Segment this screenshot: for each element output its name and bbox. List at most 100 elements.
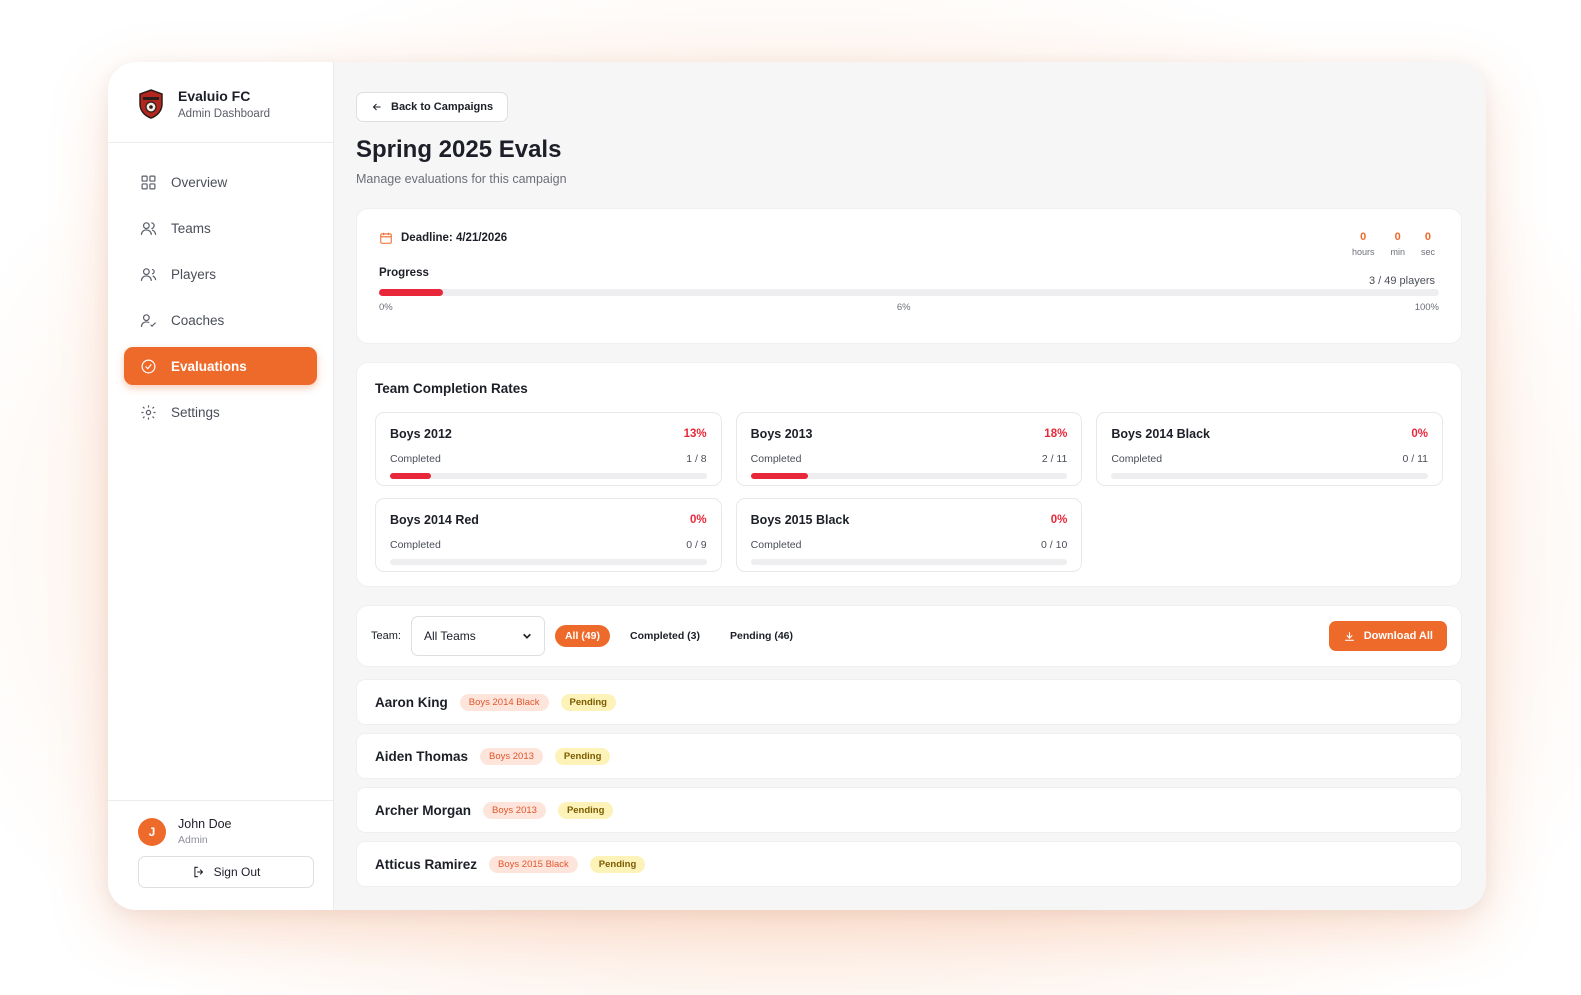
- progress-scale: 0% 6% 100%: [379, 302, 1439, 313]
- progress-label: Progress: [379, 267, 429, 279]
- team-card[interactable]: Boys 2013 18% Completed 2 / 11: [735, 412, 1083, 486]
- deadline: Deadline: 4/21/2026: [379, 231, 1439, 245]
- team-count: 1 / 8: [686, 453, 707, 465]
- team-progress-fill: [390, 473, 432, 479]
- progress-scale-start: 0%: [379, 302, 393, 313]
- countdown-value: 0: [1360, 231, 1367, 243]
- team-completed-label: Completed: [1111, 453, 1163, 465]
- filter-bar: Team: All Teams All (49) Completed (3) P…: [356, 605, 1462, 667]
- team-completed-label: Completed: [390, 453, 441, 465]
- player-name: Atticus Ramirez: [375, 856, 478, 872]
- countdown-minutes: 0 min: [1390, 231, 1405, 257]
- sign-out-icon: [194, 866, 203, 878]
- gear-icon: [141, 404, 156, 420]
- team-card[interactable]: Boys 2014 Red 0% Completed 0 / 9: [375, 498, 722, 572]
- team-badge: Boys 2013: [480, 747, 543, 765]
- list-item[interactable]: Aaron King Boys 2014 Black Pending: [356, 679, 1462, 725]
- filter-pill-pending[interactable]: Pending (46): [720, 625, 803, 647]
- progress-scale-end: 100%: [1414, 302, 1439, 313]
- team-card[interactable]: Boys 2012 13% Completed 1 / 8: [375, 412, 722, 486]
- team-count: 2 / 11: [1041, 453, 1068, 465]
- user-group-icon: [140, 267, 157, 281]
- sidebar: Evaluio FC Admin Dashboard Overview Team…: [108, 62, 334, 910]
- filter-pill-all[interactable]: All (49): [554, 625, 610, 647]
- team-select-value: All Teams: [423, 629, 476, 643]
- status-badge: Pending: [560, 693, 616, 711]
- player-name: Aiden Thomas: [375, 748, 469, 764]
- team-percent: 0%: [1050, 514, 1068, 526]
- team-progress-bar: [750, 559, 1068, 565]
- team-filter-label: Team:: [371, 630, 401, 642]
- team-name: Boys 2015 Black: [750, 513, 850, 527]
- team-card[interactable]: Boys 2015 Black 0% Completed 0 / 10: [735, 498, 1083, 572]
- countdown-value: 0: [1394, 231, 1401, 243]
- team-badge: Boys 2013: [483, 801, 546, 819]
- brand-name: Evaluio FC: [178, 88, 251, 104]
- team-completed-label: Completed: [750, 539, 802, 551]
- app-window: Evaluio FC Admin Dashboard Overview Team…: [108, 62, 1486, 910]
- back-label: Back to Campaigns: [391, 101, 494, 113]
- download-icon: [1344, 631, 1354, 641]
- user-info: J John Doe Admin: [138, 817, 311, 846]
- team-name: Boys 2012: [390, 427, 452, 441]
- main-content: Back to Campaigns Spring 2025 Evals Mana…: [334, 62, 1486, 910]
- arrow-left-icon: [372, 103, 381, 111]
- chevron-down-icon: [523, 633, 531, 639]
- countdown-seconds: 0 sec: [1421, 231, 1435, 257]
- team-progress-bar: [1111, 473, 1428, 479]
- avatar: J: [138, 817, 166, 846]
- team-badge: Boys 2015 Black: [489, 855, 578, 873]
- sidebar-item-teams[interactable]: Teams: [124, 209, 317, 247]
- player-list: Aaron King Boys 2014 Black Pending Aiden…: [356, 679, 1462, 887]
- page-title: Spring 2025 Evals: [356, 136, 562, 163]
- countdown: 0 hours 0 min 0 sec: [1352, 231, 1435, 257]
- sidebar-item-label: Teams: [171, 220, 211, 236]
- download-all-button[interactable]: Download All: [1328, 621, 1447, 651]
- progress-fill: [379, 289, 443, 296]
- team-completion-card: Team Completion Rates Boys 2012 13% Compl…: [356, 362, 1462, 587]
- list-item[interactable]: Atticus Ramirez Boys 2015 Black Pending: [356, 841, 1462, 887]
- club-crest-icon: [139, 89, 163, 119]
- team-name: Boys 2014 Red: [390, 513, 479, 527]
- team-completed-label: Completed: [750, 453, 802, 465]
- team-badge: Boys 2014 Black: [459, 693, 549, 711]
- user-check-icon: [140, 313, 157, 327]
- team-progress-bar: [390, 559, 707, 565]
- list-item[interactable]: Aiden Thomas Boys 2013 Pending: [356, 733, 1462, 779]
- team-progress-bar: [390, 473, 707, 479]
- sidebar-item-evaluations[interactable]: Evaluations: [124, 347, 317, 385]
- filter-pill-completed[interactable]: Completed (3): [620, 625, 710, 647]
- sign-out-button[interactable]: Sign Out: [138, 856, 314, 888]
- list-item[interactable]: Archer Morgan Boys 2013 Pending: [356, 787, 1462, 833]
- sidebar-nav: Overview Teams Players Coaches Evaluatio…: [108, 143, 333, 451]
- countdown-unit: sec: [1420, 247, 1435, 257]
- sidebar-item-label: Overview: [171, 174, 228, 190]
- download-label: Download All: [1363, 630, 1433, 642]
- team-select[interactable]: All Teams: [410, 616, 545, 656]
- sidebar-item-coaches[interactable]: Coaches: [124, 301, 317, 339]
- back-to-campaigns-button[interactable]: Back to Campaigns: [356, 92, 509, 122]
- deadline-label: Deadline: 4/21/2026: [401, 232, 508, 244]
- player-name: Aaron King: [375, 694, 448, 710]
- brand: Evaluio FC Admin Dashboard: [108, 62, 333, 143]
- sidebar-item-settings[interactable]: Settings: [124, 393, 317, 431]
- check-circle-icon: [141, 359, 156, 373]
- team-completion-grid: Boys 2012 13% Completed 1 / 8 Boys 2013 18%…: [375, 412, 1443, 572]
- countdown-hours: 0 hours: [1352, 231, 1375, 257]
- status-badge: Pending: [589, 855, 646, 873]
- team-card[interactable]: Boys 2014 Black 0% Completed 0 / 11: [1096, 412, 1443, 486]
- user-name: John Doe: [178, 817, 232, 831]
- team-completed-label: Completed: [390, 539, 441, 551]
- team-count: 0 / 9: [686, 539, 707, 551]
- team-count: 0 / 10: [1041, 539, 1068, 551]
- deadline-card: Deadline: 4/21/2026 0 hours 0 min 0 sec …: [356, 208, 1462, 344]
- team-name: Boys 2014 Black: [1111, 427, 1211, 441]
- sidebar-item-overview[interactable]: Overview: [124, 163, 317, 201]
- player-name: Archer Morgan: [375, 802, 472, 818]
- team-count: 0 / 11: [1402, 453, 1428, 465]
- sidebar-item-players[interactable]: Players: [124, 255, 317, 293]
- user-panel: J John Doe Admin Sign Out: [108, 800, 333, 910]
- countdown-unit: min: [1390, 247, 1405, 257]
- status-badge: Pending: [554, 747, 611, 765]
- team-completion-title: Team Completion Rates: [375, 381, 528, 396]
